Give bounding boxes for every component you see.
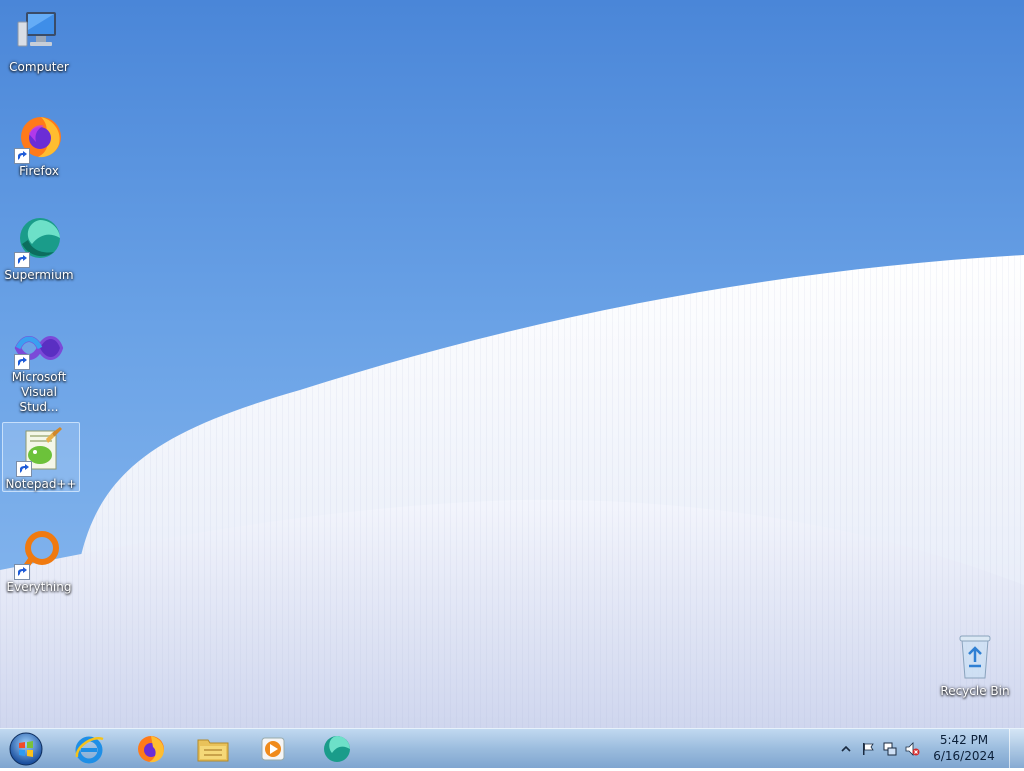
desktop-icon-label: Everything: [6, 580, 72, 594]
taskbar-internet-explorer[interactable]: [64, 732, 114, 766]
clock[interactable]: 5:42 PM 6/16/2024: [932, 732, 996, 764]
internet-explorer-icon: [75, 736, 104, 764]
desktop-icon-computer[interactable]: Computer: [1, 8, 77, 75]
clock-date: 6/16/2024: [933, 749, 995, 763]
chevron-up-icon: [841, 745, 851, 752]
desktop-icon-label: Computer: [9, 60, 69, 74]
desktop-icon-supermium[interactable]: Supermium: [1, 216, 77, 283]
shortcut-arrow-icon: [16, 461, 32, 477]
taskbar-supermium[interactable]: [312, 732, 362, 766]
supermium-icon: [324, 736, 350, 762]
taskbar-file-explorer[interactable]: [188, 732, 238, 766]
recycle-bin-icon: [950, 632, 1000, 682]
taskbar-media-player[interactable]: [248, 732, 298, 766]
wallpaper: [0, 255, 1024, 728]
taskbar: 5:42 PM 6/16/2024: [0, 728, 1024, 769]
action-center-button[interactable]: [860, 741, 876, 757]
visual-studio-icon: [14, 330, 64, 370]
file-explorer-icon: [197, 739, 229, 762]
notepad-plus-plus-icon: [16, 425, 66, 477]
desktop-icon-label: Microsoft Visual Stud...: [11, 370, 67, 414]
show-desktop-button[interactable]: [1009, 729, 1024, 769]
supermium-icon: [14, 216, 64, 268]
desktop[interactable]: Computer Firefox Supermium Microsoft Vis…: [0, 0, 1024, 728]
network-icon: [883, 742, 897, 756]
shortcut-arrow-icon: [14, 564, 30, 580]
everything-icon: [14, 528, 64, 580]
computer-icon: [14, 8, 64, 58]
desktop-icon-label: Notepad++: [5, 477, 77, 491]
clock-time: 5:42 PM: [939, 733, 989, 747]
shortcut-arrow-icon: [14, 252, 30, 268]
firefox-icon: [138, 736, 164, 763]
desktop-icon-label: Recycle Bin: [940, 684, 1010, 698]
volume-muted-icon: [905, 742, 920, 756]
desktop-icon-firefox[interactable]: Firefox: [1, 112, 77, 179]
desktop-icon-label: Firefox: [19, 164, 59, 178]
firefox-icon: [14, 112, 64, 164]
media-player-icon: [261, 737, 285, 761]
notification-area: 5:42 PM 6/16/2024: [834, 729, 1024, 769]
start-button[interactable]: [6, 731, 46, 767]
flag-icon: [863, 743, 874, 755]
network-button[interactable]: [882, 741, 898, 757]
show-hidden-icons-button[interactable]: [838, 741, 854, 757]
desktop-icon-recycle-bin[interactable]: Recycle Bin: [937, 632, 1013, 699]
desktop-icon-everything[interactable]: Everything: [1, 528, 77, 595]
desktop-icon-visual-studio[interactable]: Microsoft Visual Stud...: [1, 330, 77, 415]
shortcut-arrow-icon: [14, 148, 30, 164]
desktop-icon-label: Supermium: [4, 268, 74, 282]
desktop-icon-notepad-plus-plus[interactable]: Notepad++: [2, 422, 80, 492]
taskbar-firefox[interactable]: [126, 732, 176, 766]
start-orb-icon: [9, 732, 43, 766]
shortcut-arrow-icon: [14, 354, 30, 370]
volume-button[interactable]: [904, 741, 920, 757]
